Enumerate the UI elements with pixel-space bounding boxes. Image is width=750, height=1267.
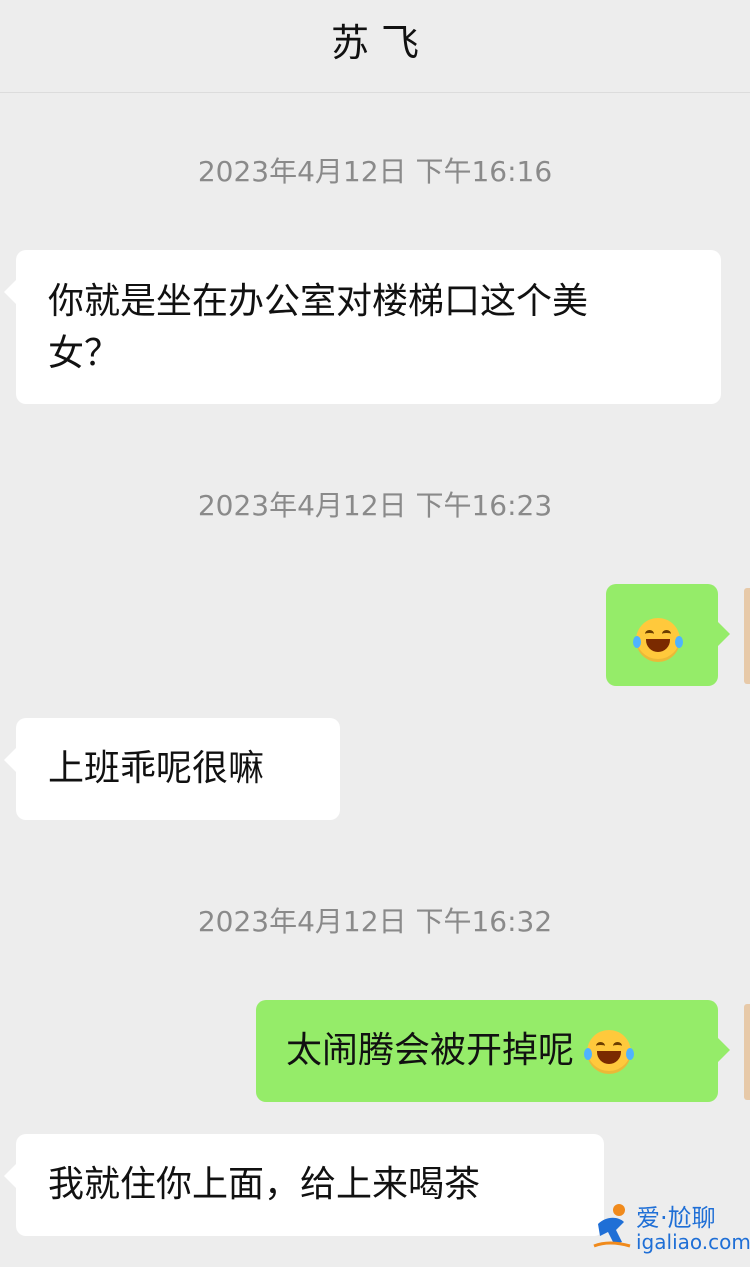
- message-outgoing-2[interactable]: 太闹腾会被开掉呢: [256, 1000, 730, 1102]
- message-text: 太闹腾会被开掉呢: [286, 1030, 575, 1071]
- laughing-with-tears-emoji-icon: [633, 618, 683, 662]
- site-watermark: 爱·尬聊 igaliao.com: [592, 1196, 750, 1260]
- facepalm-emoji-icon: [584, 1030, 635, 1074]
- watermark-url: igaliao.com: [636, 1230, 750, 1254]
- chat-screen: 苏 飞 2023年4月12日 下午16:16 你就是坐在办公室对楼梯口这个美 女…: [0, 0, 750, 1267]
- timestamp-3: 2023年4月12日 下午16:32: [197, 905, 553, 938]
- message-outgoing-1[interactable]: [606, 584, 730, 686]
- message-text: 我就住你上面，给上来喝茶: [48, 1164, 481, 1205]
- timestamp-1: 2023年4月12日 下午16:16: [197, 155, 553, 188]
- own-avatar-edge-2[interactable]: [744, 1004, 750, 1100]
- contact-name[interactable]: 苏 飞: [0, 12, 750, 67]
- message-incoming-2[interactable]: 上班乖呢很嘛: [4, 718, 340, 820]
- chat-header: 苏 飞: [0, 0, 750, 93]
- message-text-line-2: 女？: [48, 333, 121, 374]
- message-incoming-1[interactable]: 你就是坐在办公室对楼梯口这个美 女？: [4, 250, 721, 404]
- timestamp-2: 2023年4月12日 下午16:23: [197, 489, 553, 522]
- runner-logo-icon: [593, 1204, 631, 1248]
- message-incoming-3[interactable]: 我就住你上面，给上来喝茶: [4, 1134, 604, 1236]
- own-avatar-edge[interactable]: [744, 588, 750, 684]
- message-text: 上班乖呢很嘛: [48, 748, 265, 789]
- message-text-line-1: 你就是坐在办公室对楼梯口这个美: [48, 281, 589, 322]
- watermark-brand: 爱·尬聊: [636, 1204, 716, 1232]
